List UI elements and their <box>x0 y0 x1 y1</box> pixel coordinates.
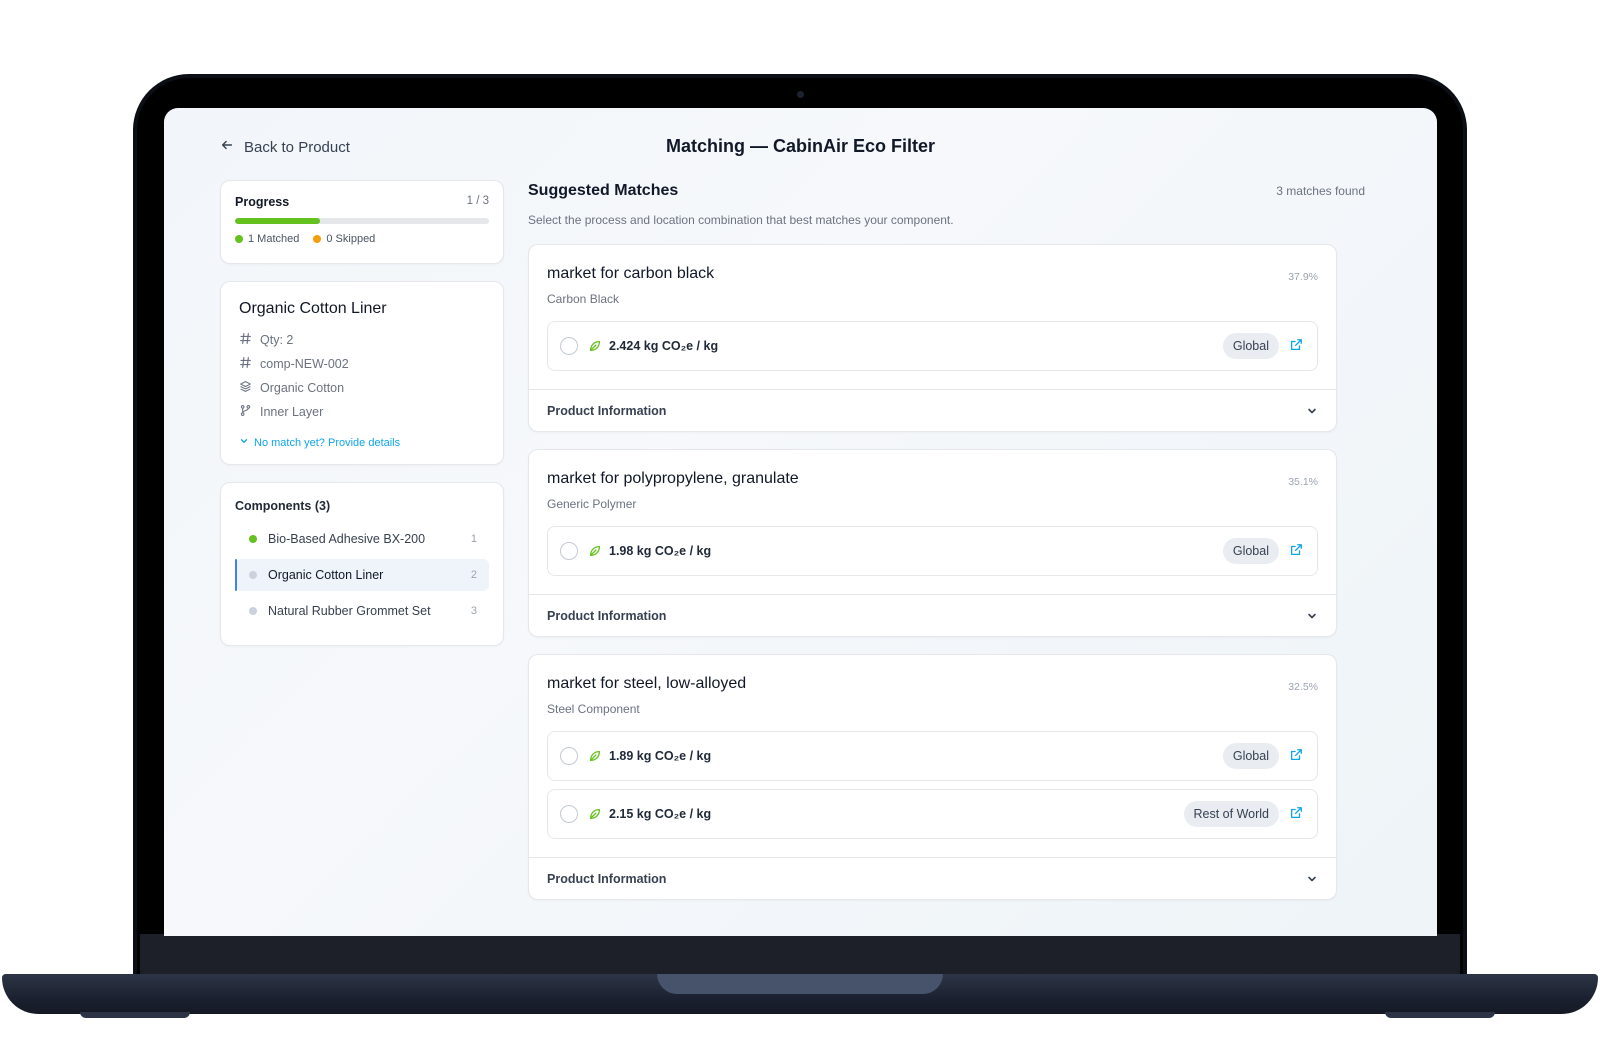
leaf-icon <box>588 807 602 821</box>
component-item-number: 2 <box>470 569 477 581</box>
match-name: market for steel, low-alloyed <box>547 675 747 692</box>
component-id: comp-NEW-002 <box>239 356 485 372</box>
component-part-text: Inner Layer <box>260 405 324 419</box>
component-item-label: Organic Cotton Liner <box>268 568 384 582</box>
location-badge: Global <box>1222 538 1279 564</box>
product-information-toggle[interactable]: Product Information <box>529 594 1336 636</box>
page-title: Matching — CabinAir Eco Filter <box>665 136 936 156</box>
external-link-icon[interactable] <box>1289 543 1305 559</box>
location-badge: Global <box>1222 743 1279 769</box>
component-material-text: Organic Cotton <box>260 381 345 395</box>
component-item-label: Natural Rubber Grommet Set <box>268 604 431 618</box>
progress-card: Progress 1 / 3 1 Matched 0 Skipped <box>220 180 504 264</box>
component-qty: Qty: 2 <box>239 332 485 348</box>
component-detail-card: Organic Cotton Liner Qty: 2 comp-NEW-002… <box>220 281 504 465</box>
option-radio[interactable] <box>560 337 578 355</box>
skipped-count: 0 Skipped <box>326 233 376 245</box>
progress-label: Progress <box>235 195 290 209</box>
location-badge: Global <box>1222 333 1279 359</box>
matched-dot <box>235 235 243 243</box>
matches-count: 3 matches found <box>1276 184 1365 198</box>
emission-value: 2.15 kg CO₂e / kg <box>609 807 712 821</box>
product-information-toggle[interactable]: Product Information <box>529 857 1336 899</box>
laptop-foot-right <box>1385 1012 1495 1018</box>
hash-icon <box>239 356 252 372</box>
match-category: Steel Component <box>547 702 640 716</box>
external-link-icon[interactable] <box>1289 806 1305 822</box>
external-link-icon[interactable] <box>1289 748 1305 764</box>
status-dot <box>249 535 257 543</box>
component-item-organic-cotton-liner[interactable]: Organic Cotton Liner 2 <box>235 559 489 591</box>
match-card: market for polypropylene, granulate Gene… <box>528 449 1337 637</box>
component-part: Inner Layer <box>239 404 485 420</box>
match-option[interactable]: 1.98 kg CO₂e / kg Global <box>547 526 1318 576</box>
component-item-label: Bio-Based Adhesive BX-200 <box>268 532 426 546</box>
leaf-icon <box>588 339 602 353</box>
component-item-number: 3 <box>470 605 477 617</box>
components-list: Bio-Based Adhesive BX-200 1 Organic Cott… <box>235 523 489 627</box>
match-card: market for carbon black Carbon Black 37.… <box>528 244 1337 432</box>
emission-value: 1.98 kg CO₂e / kg <box>609 544 712 558</box>
progress-count: 1 / 3 <box>466 195 489 207</box>
location-badge: Rest of World <box>1183 801 1279 827</box>
suggested-matches-title: Suggested Matches <box>528 182 679 199</box>
chevron-down-icon <box>1306 873 1318 885</box>
branch-icon <box>239 404 252 420</box>
emission-value: 1.89 kg CO₂e / kg <box>609 749 712 763</box>
match-category: Carbon Black <box>547 292 620 306</box>
option-radio[interactable] <box>560 542 578 560</box>
leaf-icon <box>588 544 602 558</box>
component-item-bio-based-adhesive[interactable]: Bio-Based Adhesive BX-200 1 <box>235 523 489 555</box>
external-link-icon[interactable] <box>1289 338 1305 354</box>
option-radio[interactable] <box>560 805 578 823</box>
product-information-label: Product Information <box>547 403 667 418</box>
match-name: market for polypropylene, granulate <box>547 470 799 487</box>
status-dot <box>249 571 257 579</box>
product-information-label: Product Information <box>547 608 667 623</box>
provide-details-link[interactable]: No match yet? Provide details <box>239 436 485 449</box>
matches-subtitle: Select the process and location combinat… <box>528 213 954 227</box>
match-name: market for carbon black <box>547 265 715 282</box>
matched-count: 1 Matched <box>248 233 300 245</box>
component-material: Organic Cotton <box>239 380 485 396</box>
component-qty-text: Qty: 2 <box>260 333 294 347</box>
hash-icon <box>239 332 252 348</box>
layers-icon <box>239 380 252 396</box>
emission-value: 2.424 kg CO₂e / kg <box>609 339 719 353</box>
match-card: market for steel, low-alloyed Steel Comp… <box>528 654 1337 900</box>
laptop-chin <box>140 934 1460 976</box>
match-category: Generic Polymer <box>547 497 637 511</box>
components-heading: Components (3) <box>235 499 331 513</box>
option-radio[interactable] <box>560 747 578 765</box>
product-information-toggle[interactable]: Product Information <box>529 389 1336 431</box>
product-information-label: Product Information <box>547 871 667 886</box>
match-score: 37.9% <box>1288 271 1318 283</box>
camera <box>797 91 804 98</box>
match-option[interactable]: 2.15 kg CO₂e / kg Rest of World <box>547 789 1318 839</box>
laptop-notch <box>657 974 943 994</box>
component-name: Organic Cotton Liner <box>239 300 387 317</box>
chevron-down-icon <box>1306 610 1318 622</box>
match-score: 32.5% <box>1288 681 1318 693</box>
match-option[interactable]: 2.424 kg CO₂e / kg Global <box>547 321 1318 371</box>
component-id-text: comp-NEW-002 <box>260 357 349 371</box>
chevron-down-icon <box>239 436 249 449</box>
component-item-number: 1 <box>470 533 477 545</box>
match-option[interactable]: 1.89 kg CO₂e / kg Global <box>547 731 1318 781</box>
status-dot <box>249 607 257 615</box>
components-card: Components (3) Bio-Based Adhesive BX-200… <box>220 482 504 646</box>
leaf-icon <box>588 749 602 763</box>
progress-bar <box>235 218 489 224</box>
progress-bar-fill <box>235 218 320 224</box>
chevron-down-icon <box>1306 405 1318 417</box>
laptop-foot-left <box>80 1012 190 1018</box>
app-screen: Back to Product Matching — CabinAir Eco … <box>164 108 1437 936</box>
match-score: 35.1% <box>1288 476 1318 488</box>
provide-details-label: No match yet? Provide details <box>254 436 401 449</box>
skipped-dot <box>313 235 322 243</box>
component-item-natural-rubber-grommet[interactable]: Natural Rubber Grommet Set 3 <box>235 595 489 627</box>
